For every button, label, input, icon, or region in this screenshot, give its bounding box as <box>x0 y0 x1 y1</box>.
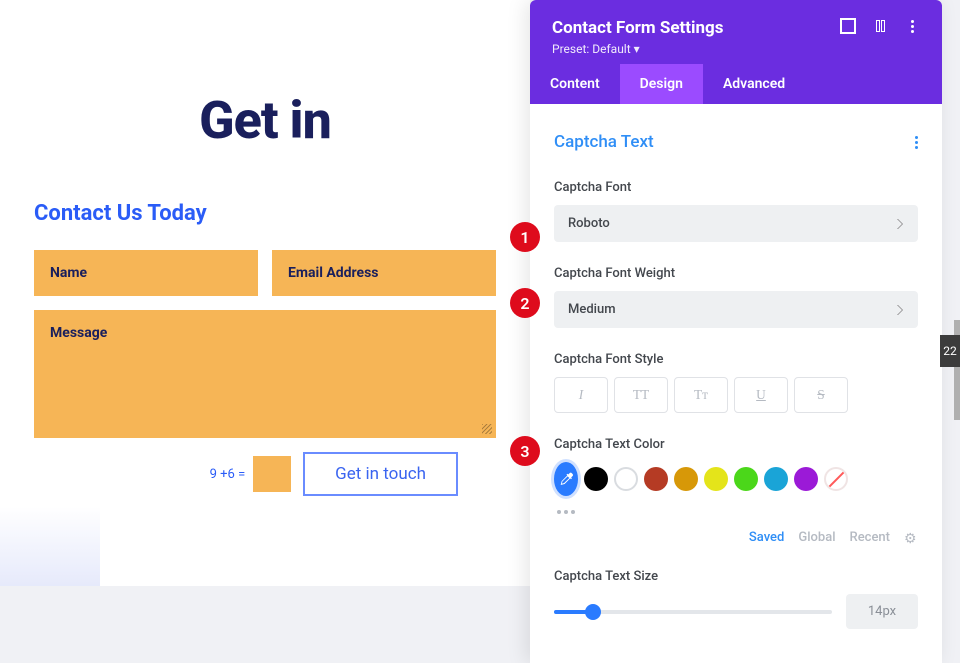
tab-design[interactable]: Design <box>620 64 703 104</box>
panel-preset[interactable]: Preset: Default ▾ <box>552 42 724 56</box>
expand-icon[interactable] <box>840 18 856 34</box>
palette-global-tab[interactable]: Global <box>798 530 835 545</box>
strikethrough-button[interactable]: S <box>794 377 848 413</box>
palette-recent-tab[interactable]: Recent <box>850 530 890 545</box>
swatch-darkred[interactable] <box>644 467 668 491</box>
underline-button[interactable]: U <box>734 377 788 413</box>
swatch-blue[interactable] <box>764 467 788 491</box>
swatch-yellow[interactable] <box>704 467 728 491</box>
uppercase-button[interactable]: TT <box>614 377 668 413</box>
page-indicator: 22 <box>940 335 960 367</box>
tab-content[interactable]: Content <box>530 64 620 104</box>
swatch-none[interactable] <box>824 467 848 491</box>
size-label: Captcha Text Size <box>554 569 918 584</box>
page-title: Get in <box>0 90 530 151</box>
decorative-gradient <box>0 506 100 586</box>
color-picker-swatch[interactable] <box>554 462 578 496</box>
color-swatches <box>554 462 918 496</box>
italic-button[interactable]: I <box>554 377 608 413</box>
captcha-input[interactable] <box>253 456 291 492</box>
panel-title: Contact Form Settings <box>552 18 724 38</box>
tab-advanced[interactable]: Advanced <box>703 64 805 104</box>
captcha-question: 9 +6 = <box>210 467 246 482</box>
font-label: Captcha Font <box>554 180 918 195</box>
section-menu-icon[interactable] <box>915 136 918 149</box>
settings-panel: Contact Form Settings Preset: Default ▾ … <box>530 0 942 663</box>
marker-1: 1 <box>510 222 540 252</box>
swatch-white[interactable] <box>614 467 638 491</box>
email-field[interactable]: Email Address <box>272 250 496 296</box>
columns-icon[interactable] <box>872 18 888 34</box>
section-title[interactable]: Captcha Text <box>554 132 654 152</box>
eyedropper-icon <box>558 471 574 487</box>
more-icon[interactable] <box>904 18 920 34</box>
marker-3: 3 <box>510 436 540 466</box>
size-slider[interactable] <box>554 610 832 614</box>
smallcaps-button[interactable]: Tᴛ <box>674 377 728 413</box>
color-label: Captcha Text Color <box>554 437 918 452</box>
swatch-green[interactable] <box>734 467 758 491</box>
size-input[interactable] <box>846 594 918 629</box>
style-label: Captcha Font Style <box>554 352 918 367</box>
name-field[interactable]: Name <box>34 250 258 296</box>
weight-label: Captcha Font Weight <box>554 266 918 281</box>
marker-2: 2 <box>510 288 540 318</box>
message-field[interactable]: Message <box>34 310 496 438</box>
gear-icon[interactable] <box>904 531 918 545</box>
contact-form: Contact Us Today Name Email Address Mess… <box>0 201 530 496</box>
form-preview: Get in Contact Us Today Name Email Addre… <box>0 0 530 586</box>
panel-header: Contact Form Settings Preset: Default ▾ <box>530 0 942 64</box>
swatch-purple[interactable] <box>794 467 818 491</box>
swatch-orange[interactable] <box>674 467 698 491</box>
font-select[interactable]: Roboto <box>554 205 918 242</box>
form-heading: Contact Us Today <box>34 201 496 226</box>
swatch-black[interactable] <box>584 467 608 491</box>
weight-select[interactable]: Medium <box>554 291 918 328</box>
more-colors-icon[interactable] <box>554 510 578 514</box>
submit-button[interactable]: Get in touch <box>303 452 458 496</box>
palette-saved-tab[interactable]: Saved <box>749 530 784 545</box>
